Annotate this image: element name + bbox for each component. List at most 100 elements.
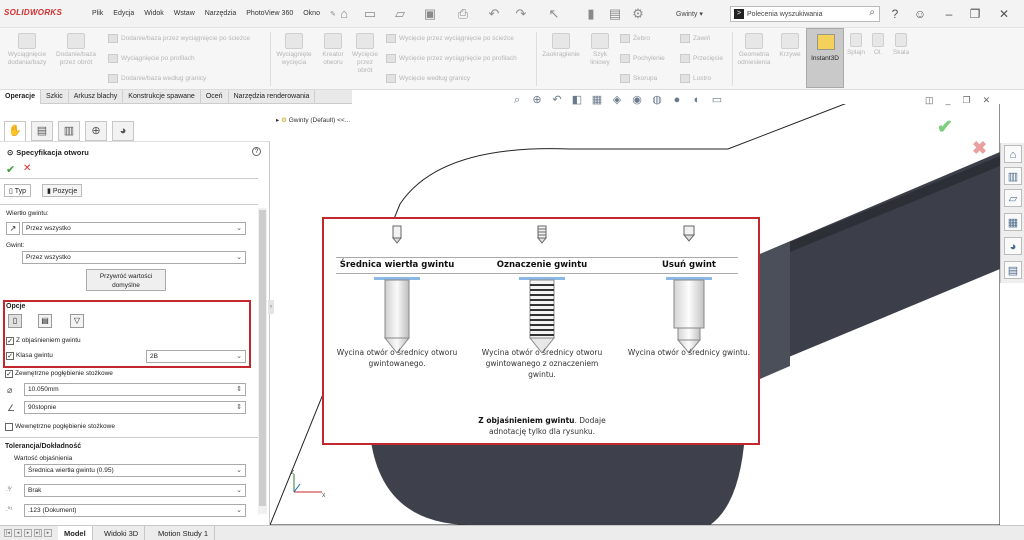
- splines-button[interactable]: Splajn: [846, 33, 866, 57]
- help-icon[interactable]: ?: [252, 147, 261, 156]
- tab-weldments[interactable]: Konstrukcje spawane: [123, 90, 201, 104]
- command-search-input[interactable]: > Polecenia wyszukiwania ⌕: [730, 6, 880, 22]
- menu-item-insert[interactable]: Wstaw: [174, 10, 195, 18]
- with-callout-checkbox[interactable]: ✓: [6, 337, 14, 345]
- confirm-ok-icon[interactable]: ✔: [937, 116, 953, 139]
- menu-item-edit[interactable]: Edycja: [113, 10, 134, 18]
- draft-button[interactable]: Pochylenie: [620, 54, 665, 63]
- instant3d-button[interactable]: Instant3D: [806, 28, 844, 88]
- tab-evaluate[interactable]: Oceń: [201, 90, 229, 104]
- expand-arrow-icon[interactable]: ▸: [276, 117, 279, 124]
- revolve-cut-button[interactable]: Wycięcie przez obrót: [350, 33, 380, 75]
- cancel-button[interactable]: ✕: [23, 163, 31, 174]
- open-folder-icon[interactable]: ▱: [392, 6, 408, 22]
- remove-thread-icon[interactable]: ▽: [70, 314, 84, 328]
- scrollbar-thumb[interactable]: [259, 210, 266, 506]
- new-document-icon[interactable]: ▭: [362, 6, 378, 22]
- property-manager-tab[interactable]: ▤: [31, 121, 53, 141]
- tab-type[interactable]: ▯ Typ: [4, 184, 31, 197]
- fillet-button[interactable]: Zaokrąglenie: [538, 33, 584, 59]
- thread-class-dropdown[interactable]: 2B ⌄: [146, 350, 246, 363]
- tab-model[interactable]: Model: [58, 526, 93, 540]
- restore-defaults-button[interactable]: Przywróć wartości domyślne: [86, 269, 166, 291]
- menu-item-photoview[interactable]: PhotoView 360: [246, 10, 293, 18]
- tab-sketch[interactable]: Szkic: [41, 90, 69, 104]
- tab-positions[interactable]: ▮ Pozycje: [42, 184, 83, 197]
- scale-button[interactable]: Skala: [890, 33, 912, 57]
- options-gear-icon[interactable]: ⚙: [630, 6, 646, 22]
- countersink-diameter-input[interactable]: 10.050mm ⇕: [24, 383, 246, 396]
- undo-icon[interactable]: ↶: [486, 6, 502, 22]
- thread-end-condition-dropdown[interactable]: Przez wszystko ⌄: [22, 251, 246, 264]
- user-icon[interactable]: ☺: [911, 5, 929, 23]
- task-home-icon[interactable]: ⌂: [1004, 145, 1022, 163]
- boundary-cut-button[interactable]: Wycięcie według granicy: [386, 74, 470, 83]
- menu-item-window[interactable]: Okno: [303, 10, 320, 18]
- intersect-button[interactable]: Przecięcie: [680, 54, 723, 63]
- file-explorer-icon[interactable]: ▱: [1004, 189, 1022, 207]
- shell-button[interactable]: Skorupa: [620, 74, 657, 83]
- wrap-button[interactable]: Zawiń: [680, 34, 710, 43]
- design-library-icon[interactable]: ▥: [1004, 167, 1022, 185]
- curves-button[interactable]: Krzywe: [776, 33, 804, 59]
- callout-value-dropdown[interactable]: Średnica wiertła gwintu (0.95) ⌄: [24, 464, 246, 477]
- next-tab-arrow-icon[interactable]: ▸: [24, 529, 32, 537]
- search-icon[interactable]: ⌕: [869, 7, 875, 18]
- last-tab-arrow-icon[interactable]: ▸|: [34, 529, 42, 537]
- home-icon[interactable]: ⌂: [336, 6, 352, 22]
- menu-item-tools[interactable]: Narzędzia: [205, 10, 237, 18]
- loft-boss-button[interactable]: Wyciągnięcie po profilach: [108, 54, 195, 63]
- thread-class-checkbox[interactable]: ✓: [6, 352, 14, 360]
- tap-drill-diameter-icon[interactable]: ▯: [8, 314, 22, 328]
- countersink-angle-input[interactable]: 90stopnie ⇕: [24, 401, 246, 414]
- linear-pattern-button[interactable]: Szyk liniowy: [586, 33, 614, 67]
- previous-tab-arrow-icon[interactable]: ◂: [14, 529, 22, 537]
- loft-cut-button[interactable]: Wycięcie przez wyciągnięcie po profilach: [386, 54, 517, 63]
- extrude-boss-button[interactable]: Wyciągnięcie dodania/bazy: [6, 33, 48, 67]
- reference-geometry-button[interactable]: Geometria odniesienia: [734, 33, 774, 67]
- rib-button[interactable]: Żebro: [620, 34, 650, 43]
- close-button[interactable]: ✕: [995, 5, 1013, 23]
- mirror-button[interactable]: Lustro: [680, 74, 711, 83]
- first-tab-arrow-icon[interactable]: |◂: [4, 529, 12, 537]
- boundary-boss-button[interactable]: Dodanie/baza według granicy: [108, 74, 206, 83]
- tap-drill-end-condition-dropdown[interactable]: Przez wszystko ⌄: [22, 222, 246, 235]
- tab-features[interactable]: Operacje: [0, 90, 41, 104]
- hole-wizard-button[interactable]: Kreator otworu: [318, 33, 348, 67]
- tab-sheet-metal[interactable]: Arkusz blachy: [69, 90, 124, 104]
- view-palette-icon[interactable]: ▦: [1004, 213, 1022, 231]
- pin-icon[interactable]: ✎: [330, 10, 336, 18]
- end-condition-direction-icon[interactable]: ↗: [6, 222, 20, 235]
- far-countersink-checkbox[interactable]: [5, 423, 13, 431]
- minimize-button[interactable]: –: [940, 5, 958, 23]
- tab-3d-views[interactable]: Widoki 3D: [98, 526, 146, 540]
- panel-scrollbar[interactable]: [258, 208, 267, 514]
- feature-tree-flyout[interactable]: ▸ ⚙ Gwinty (Default) <<...: [276, 116, 350, 124]
- scroll-tab-arrow-icon[interactable]: ▸: [44, 529, 52, 537]
- near-countersink-checkbox[interactable]: ✓: [5, 370, 13, 378]
- tab-render-tools[interactable]: Narzędzia renderowania: [229, 90, 316, 104]
- print-icon[interactable]: ⎙: [455, 6, 471, 22]
- save-icon[interactable]: ▣: [422, 6, 438, 22]
- menu-item-file[interactable]: Plik: [92, 10, 103, 18]
- sweep-cut-button[interactable]: Wycięcie przez wyciągnięcie po ścieżce: [386, 34, 514, 43]
- sweep-boss-button[interactable]: Dodanie/baza przez wyciągnięcie po ścież…: [108, 34, 250, 43]
- configuration-dropdown[interactable]: Gwinty ▾: [676, 10, 703, 18]
- help-icon[interactable]: ?: [886, 5, 904, 23]
- ol-button[interactable]: Ol.: [870, 33, 886, 57]
- extrude-cut-button[interactable]: Wyciągnięte wycięcia: [272, 33, 316, 67]
- menu-item-view[interactable]: Widok: [144, 10, 163, 18]
- redo-icon[interactable]: ↷: [513, 6, 529, 22]
- display-manager-tab[interactable]: ◕: [112, 121, 134, 141]
- appearances-icon[interactable]: ◕: [1004, 237, 1022, 255]
- configuration-manager-tab[interactable]: ▥: [58, 121, 80, 141]
- confirm-cancel-icon[interactable]: ✖: [972, 138, 987, 159]
- revolve-boss-button[interactable]: Dodanie/baza przez obrót: [52, 33, 100, 67]
- custom-properties-icon[interactable]: ▤: [1004, 261, 1022, 279]
- dimxpert-manager-tab[interactable]: ⊕: [85, 121, 107, 141]
- tolerance-type-dropdown[interactable]: Brak ⌄: [24, 484, 246, 497]
- precision-dropdown[interactable]: .123 (Dokument) ⌄: [24, 504, 246, 517]
- tab-motion-study[interactable]: Motion Study 1: [152, 526, 216, 540]
- select-icon[interactable]: ↖: [546, 6, 562, 22]
- cosmetic-thread-icon[interactable]: ▤: [38, 314, 52, 328]
